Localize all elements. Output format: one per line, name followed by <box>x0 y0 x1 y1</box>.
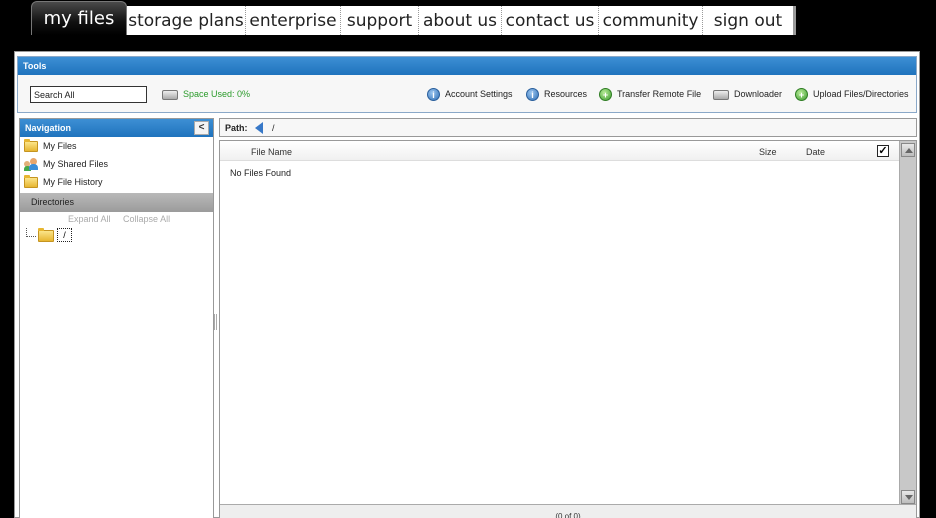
tab-support[interactable]: support <box>340 6 418 35</box>
back-arrow-icon[interactable] <box>255 122 263 134</box>
nav-my-files-label: My Files <box>43 141 77 151</box>
tab-bar-end <box>793 6 796 35</box>
users-icon <box>24 158 38 171</box>
file-manager: Tools Space Used: 0% i Account Settings i… <box>14 51 920 518</box>
space-used: Space Used: 0% <box>162 86 250 104</box>
info-icon: i <box>427 88 440 102</box>
file-grid: File Name Size Date ✓ No Files Found (0 … <box>219 140 917 518</box>
space-used-label: Space Used: 0% <box>183 89 251 99</box>
navigation-title-text: Navigation <box>25 123 72 133</box>
navigation-title: Navigation < <box>20 119 213 137</box>
vertical-scrollbar[interactable] <box>899 141 916 506</box>
tab-community[interactable]: community <box>598 6 702 35</box>
nav-my-files[interactable]: My Files <box>20 137 213 155</box>
resources-button[interactable]: i Resources <box>526 86 587 104</box>
downloader-button[interactable]: Downloader <box>713 86 782 104</box>
drive-icon <box>162 89 178 100</box>
nav-my-file-history-label: My File History <box>43 177 103 187</box>
tab-storage-plans[interactable]: storage plans <box>127 6 245 35</box>
select-all-checkbox[interactable]: ✓ <box>877 145 889 157</box>
plus-icon: + <box>795 88 808 102</box>
info-icon: i <box>526 88 539 102</box>
grid-footer: (0 of 0) <box>220 504 916 518</box>
drive-icon <box>713 89 729 100</box>
folder-icon <box>38 228 54 242</box>
nav-my-shared-files-label: My Shared Files <box>43 159 109 169</box>
transfer-remote-file-label: Transfer Remote File <box>617 89 702 99</box>
nav-my-file-history[interactable]: My File History <box>20 173 213 191</box>
tab-contact-us[interactable]: contact us <box>501 6 598 35</box>
downloader-label: Downloader <box>734 89 783 99</box>
path-bar: Path: / <box>219 118 917 137</box>
plus-icon: + <box>599 88 612 102</box>
folder-icon <box>24 139 38 152</box>
path-label: Path: <box>225 123 248 133</box>
panel-splitter[interactable] <box>214 314 217 330</box>
folder-icon <box>24 175 38 188</box>
tab-sign-out[interactable]: sign out <box>702 6 793 35</box>
collapse-panel-button[interactable]: < <box>194 121 209 135</box>
account-settings-label: Account Settings <box>445 89 513 99</box>
column-size[interactable]: Size <box>759 141 777 163</box>
tools-title: Tools <box>18 57 916 75</box>
tree-root-node[interactable]: / <box>57 228 72 242</box>
upload-files-button[interactable]: + Upload Files/Directories <box>795 86 909 104</box>
search-input[interactable] <box>30 86 147 103</box>
collapse-all-link[interactable]: Collapse All <box>123 214 170 224</box>
column-file-name[interactable]: File Name <box>251 141 292 163</box>
directories-header: Directories <box>20 193 213 212</box>
column-date[interactable]: Date <box>806 141 825 163</box>
tab-enterprise[interactable]: enterprise <box>245 6 340 35</box>
account-settings-button[interactable]: i Account Settings <box>427 86 513 104</box>
scroll-down-button[interactable] <box>901 490 915 504</box>
directory-tree: / <box>20 228 213 248</box>
empty-message: No Files Found <box>230 168 292 178</box>
tree-connector <box>26 228 36 237</box>
transfer-remote-file-button[interactable]: + Transfer Remote File <box>599 86 701 104</box>
tools-panel: Tools Space Used: 0% i Account Settings i… <box>17 56 917 113</box>
tab-about-us[interactable]: about us <box>418 6 501 35</box>
grid-header: File Name Size Date ✓ <box>220 141 900 161</box>
top-nav: my files storage plans enterprise suppor… <box>0 0 936 40</box>
tab-my-files[interactable]: my files <box>31 1 127 35</box>
scroll-up-button[interactable] <box>901 143 915 157</box>
expand-all-link[interactable]: Expand All <box>68 214 111 224</box>
navigation-panel: Navigation < My Files My Shared Files My… <box>19 118 214 518</box>
nav-my-shared-files[interactable]: My Shared Files <box>20 155 213 173</box>
resources-label: Resources <box>544 89 588 99</box>
upload-files-label: Upload Files/Directories <box>813 89 909 99</box>
directory-actions: Expand All Collapse All <box>20 212 213 226</box>
path-value: / <box>272 123 275 133</box>
